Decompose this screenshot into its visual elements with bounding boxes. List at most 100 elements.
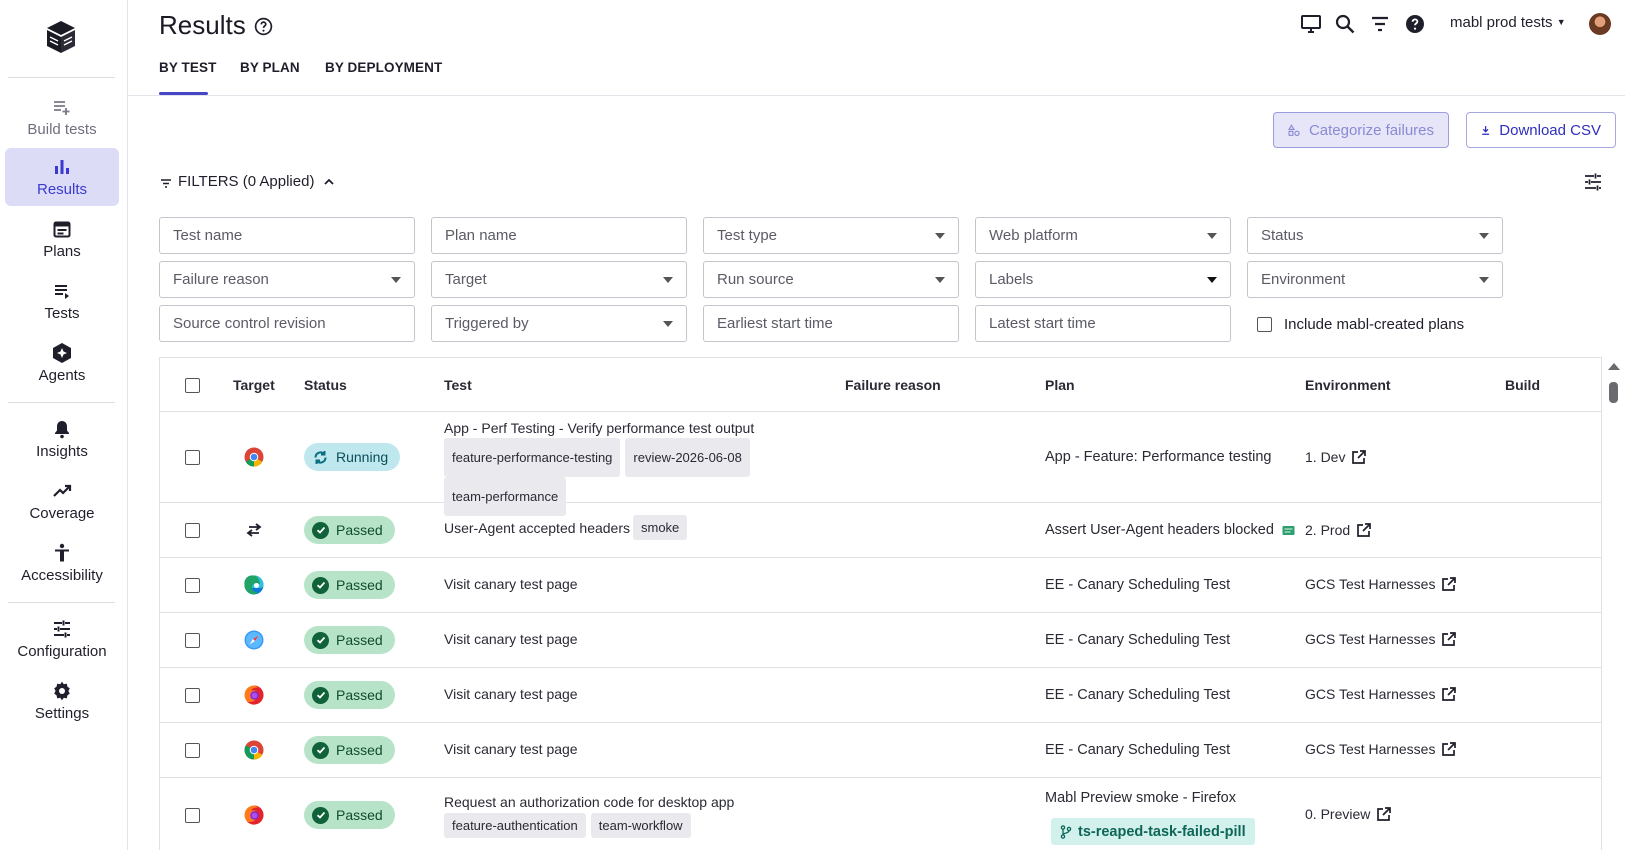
row-checkbox[interactable] xyxy=(185,523,200,538)
column-status[interactable]: Status xyxy=(304,377,347,393)
environment-link[interactable]: GCS Test Harnesses xyxy=(1305,741,1457,757)
search-icon[interactable] xyxy=(1334,13,1356,35)
target-select[interactable]: Target xyxy=(431,261,687,298)
table-row[interactable]: Passed Visit canary test page EE - Canar… xyxy=(160,668,1601,723)
status-select[interactable]: Status xyxy=(1247,217,1503,254)
tag[interactable]: smoke xyxy=(633,515,688,540)
sidebar-item-label: Configuration xyxy=(17,643,107,660)
environment-link[interactable]: 2. Prod xyxy=(1305,522,1371,538)
table-row[interactable]: Passed Visit canary test page EE - Canar… xyxy=(160,613,1601,668)
check-circle-icon xyxy=(312,741,329,759)
table-row[interactable]: Passed User-Agent accepted headers smoke… xyxy=(160,503,1601,558)
branch-badge[interactable]: ts-reaped-task-failed-pill xyxy=(1051,818,1255,845)
run-source-select[interactable]: Run source xyxy=(703,261,959,298)
categorize-failures-button[interactable]: Categorize failures xyxy=(1273,112,1449,148)
test-type-select[interactable]: Test type xyxy=(703,217,959,254)
download-csv-button[interactable]: Download CSV xyxy=(1466,112,1616,148)
triggered-by-select[interactable]: Triggered by xyxy=(431,305,687,342)
sidebar-item-results[interactable]: Results xyxy=(5,148,119,206)
plan-name[interactable]: EE - Canary Scheduling Test xyxy=(1045,632,1230,648)
scroll-up-arrow-icon[interactable] xyxy=(1608,363,1620,370)
test-name-input[interactable]: Test name xyxy=(159,217,415,254)
row-checkbox[interactable] xyxy=(185,808,200,823)
sidebar-item-plans[interactable]: Plans xyxy=(5,210,119,268)
environment-link[interactable]: GCS Test Harnesses xyxy=(1305,576,1457,592)
tag[interactable]: review-2026-06-08 xyxy=(625,438,750,477)
monitor-icon[interactable] xyxy=(1300,13,1322,35)
column-test[interactable]: Test xyxy=(444,377,472,393)
test-name[interactable]: Visit canary test page xyxy=(444,686,578,702)
caret-down-icon xyxy=(1479,276,1489,283)
plan-name[interactable]: Assert User-Agent headers blocked xyxy=(1045,522,1274,538)
column-target[interactable]: Target xyxy=(233,377,275,393)
earliest-start-input[interactable]: Earliest start time xyxy=(703,305,959,342)
include-mabl-plans-checkbox[interactable] xyxy=(1257,317,1272,332)
row-checkbox[interactable] xyxy=(185,688,200,703)
sidebar-item-accessibility[interactable]: Accessibility xyxy=(5,534,119,592)
column-environment[interactable]: Environment xyxy=(1305,377,1391,393)
include-mabl-plans-option[interactable]: Include mabl-created plans xyxy=(1257,316,1464,333)
column-plan[interactable]: Plan xyxy=(1045,377,1075,393)
column-settings-icon[interactable] xyxy=(1583,172,1603,192)
row-checkbox[interactable] xyxy=(185,450,200,465)
tab-by-plan[interactable]: BY PLAN xyxy=(240,60,300,75)
table-scrollbar[interactable] xyxy=(1606,358,1620,850)
plan-name[interactable]: EE - Canary Scheduling Test xyxy=(1045,742,1230,758)
tab-by-test[interactable]: BY TEST xyxy=(159,60,216,75)
external-link-icon xyxy=(1442,741,1457,756)
workspace-selector[interactable]: mabl prod tests ▼ xyxy=(1450,14,1566,31)
web-platform-select[interactable]: Web platform xyxy=(975,217,1231,254)
tag[interactable]: feature-performance-testing xyxy=(444,438,621,477)
source-control-input[interactable]: Source control revision xyxy=(159,305,415,342)
environment-name: GCS Test Harnesses xyxy=(1305,631,1436,647)
sidebar-item-agents[interactable]: Agents xyxy=(5,334,119,392)
table-row[interactable]: Passed Visit canary test page EE - Canar… xyxy=(160,558,1601,613)
sidebar-item-insights[interactable]: Insights xyxy=(5,410,119,468)
sidebar-item-tests[interactable]: Tests xyxy=(5,272,119,330)
environment-link[interactable]: GCS Test Harnesses xyxy=(1305,686,1457,702)
select-all-checkbox[interactable] xyxy=(185,378,200,393)
test-name[interactable]: Visit canary test page xyxy=(444,741,578,757)
latest-start-input[interactable]: Latest start time xyxy=(975,305,1231,342)
row-checkbox[interactable] xyxy=(185,633,200,648)
failure-reason-select[interactable]: Failure reason xyxy=(159,261,415,298)
test-name[interactable]: User-Agent accepted headers xyxy=(444,520,630,536)
mabl-logo-icon[interactable] xyxy=(45,20,77,54)
environment-link[interactable]: 1. Dev xyxy=(1305,449,1367,465)
plan-name[interactable]: App - Feature: Performance testing xyxy=(1045,449,1271,465)
plan-name[interactable]: Mabl Preview smoke - Firefox xyxy=(1045,790,1236,806)
environment-link[interactable]: GCS Test Harnesses xyxy=(1305,631,1457,647)
column-failure-reason[interactable]: Failure reason xyxy=(845,377,941,393)
sidebar-item-settings[interactable]: Settings xyxy=(5,672,119,730)
sidebar-item-label: Accessibility xyxy=(21,567,103,584)
help-filled-icon[interactable] xyxy=(1404,13,1426,35)
table-row[interactable]: Running App - Perf Testing - Verify perf… xyxy=(160,413,1601,516)
help-icon[interactable] xyxy=(254,17,273,36)
sidebar-item-coverage[interactable]: Coverage xyxy=(5,472,119,530)
plan-name-input[interactable]: Plan name xyxy=(431,217,687,254)
table-row[interactable]: Passed Visit canary test page EE - Canar… xyxy=(160,723,1601,778)
sidebar-item-build-tests[interactable]: Build tests xyxy=(5,88,119,146)
plan-name[interactable]: EE - Canary Scheduling Test xyxy=(1045,577,1230,593)
tag[interactable]: feature-authentication xyxy=(444,813,586,838)
filters-toggle[interactable]: FILTERS (0 Applied) xyxy=(160,173,338,190)
avatar[interactable] xyxy=(1589,13,1611,35)
scrollbar-thumb[interactable] xyxy=(1609,382,1618,403)
test-name[interactable]: Request an authorization code for deskto… xyxy=(444,794,734,810)
row-checkbox[interactable] xyxy=(185,578,200,593)
test-name[interactable]: App - Perf Testing - Verify performance … xyxy=(444,420,754,436)
plan-name[interactable]: EE - Canary Scheduling Test xyxy=(1045,687,1230,703)
labels-select[interactable]: Labels xyxy=(975,261,1231,298)
column-build[interactable]: Build xyxy=(1505,377,1540,393)
filter-icon[interactable] xyxy=(1369,13,1391,35)
environment-link[interactable]: 0. Preview xyxy=(1305,806,1392,822)
table-row[interactable]: Passed Request an authorization code for… xyxy=(160,778,1601,850)
test-name[interactable]: Visit canary test page xyxy=(444,576,578,592)
environment-select[interactable]: Environment xyxy=(1247,261,1503,298)
test-name[interactable]: Visit canary test page xyxy=(444,631,578,647)
tag[interactable]: team-workflow xyxy=(590,813,691,838)
row-checkbox[interactable] xyxy=(185,743,200,758)
tab-by-deployment[interactable]: BY DEPLOYMENT xyxy=(325,60,442,75)
sidebar-item-label: Plans xyxy=(43,243,81,260)
sidebar-item-configuration[interactable]: Configuration xyxy=(5,610,119,668)
